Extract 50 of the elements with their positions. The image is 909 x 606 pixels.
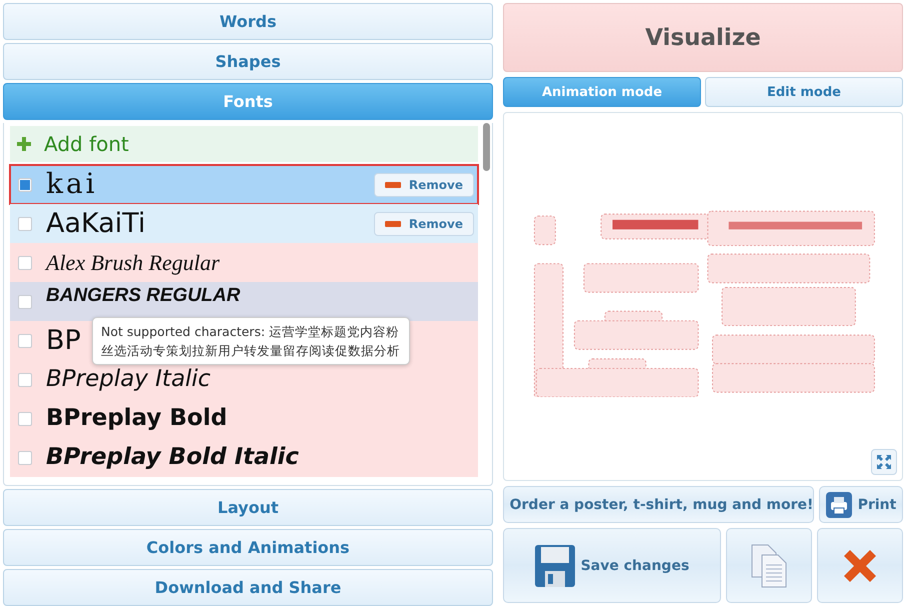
- font-name: BPreplay Bold: [46, 405, 228, 432]
- delete-button[interactable]: [817, 528, 903, 603]
- add-font-label: Add font: [44, 132, 129, 156]
- order-button[interactable]: Order a poster, t-shirt, mug and more!: [503, 486, 814, 523]
- copy-button[interactable]: [726, 528, 812, 603]
- mode-tab[interactable]: Edit mode: [705, 77, 903, 107]
- checkbox[interactable]: [18, 372, 32, 386]
- add-font-row[interactable]: Add font: [10, 126, 478, 162]
- font-name: kai: [46, 168, 98, 201]
- remove-button[interactable]: Remove: [374, 212, 474, 236]
- fullscreen-button[interactable]: [871, 449, 897, 475]
- checkbox[interactable]: [18, 216, 32, 230]
- checkbox[interactable]: [18, 334, 32, 348]
- section-header[interactable]: Layout: [3, 489, 493, 526]
- scrollbar-thumb[interactable]: [483, 123, 490, 171]
- minus-icon: [384, 182, 401, 188]
- expand-icon: [877, 455, 891, 469]
- remove-button[interactable]: Remove: [374, 172, 474, 196]
- plus-icon: [16, 136, 32, 152]
- font-name: Alex Brush Regular: [46, 250, 220, 276]
- section-header[interactable]: Fonts: [3, 83, 493, 120]
- font-row[interactable]: BPreplay Bold: [10, 399, 478, 438]
- mode-tab[interactable]: Animation mode: [503, 77, 701, 107]
- tooltip: Not supported characters: 运营学堂标题党内容粉丝选活动专策划拉新用户转发量留存阅读促数据分析: [92, 317, 410, 365]
- checkbox[interactable]: [18, 256, 32, 270]
- minus-icon: [384, 220, 401, 226]
- font-row[interactable]: kai Remove: [10, 165, 478, 204]
- section-header[interactable]: Colors and Animations: [3, 529, 493, 566]
- checkbox[interactable]: [18, 294, 32, 308]
- font-name: BPreplay Bold Italic: [46, 444, 299, 471]
- section-header[interactable]: Shapes: [3, 43, 493, 80]
- section-header[interactable]: Download and Share: [3, 569, 493, 606]
- checkbox[interactable]: [18, 412, 32, 426]
- printer-icon: [826, 492, 852, 518]
- font-row[interactable]: BPreplay Bold Italic: [10, 438, 478, 477]
- visualize-button[interactable]: Visualize: [503, 3, 903, 72]
- font-row[interactable]: Alex Brush Regular: [10, 243, 478, 282]
- font-row[interactable]: AaKaiTi Remove: [10, 204, 478, 243]
- print-button[interactable]: Print: [819, 486, 903, 523]
- copy-icon: [750, 542, 788, 588]
- font-name: BPreplay Italic: [46, 366, 211, 393]
- font-name: AaKaiTi: [46, 208, 146, 240]
- font-row[interactable]: BANGERS REGULAR: [10, 282, 478, 321]
- section-header[interactable]: Words: [3, 3, 493, 40]
- font-row[interactable]: BPreplay Italic: [10, 360, 478, 399]
- font-name: BANGERS REGULAR: [46, 285, 240, 307]
- font-name: BP: [46, 324, 81, 356]
- save-button[interactable]: Save changes: [503, 528, 721, 603]
- checkbox[interactable]: [18, 178, 32, 192]
- checkbox[interactable]: [18, 450, 32, 464]
